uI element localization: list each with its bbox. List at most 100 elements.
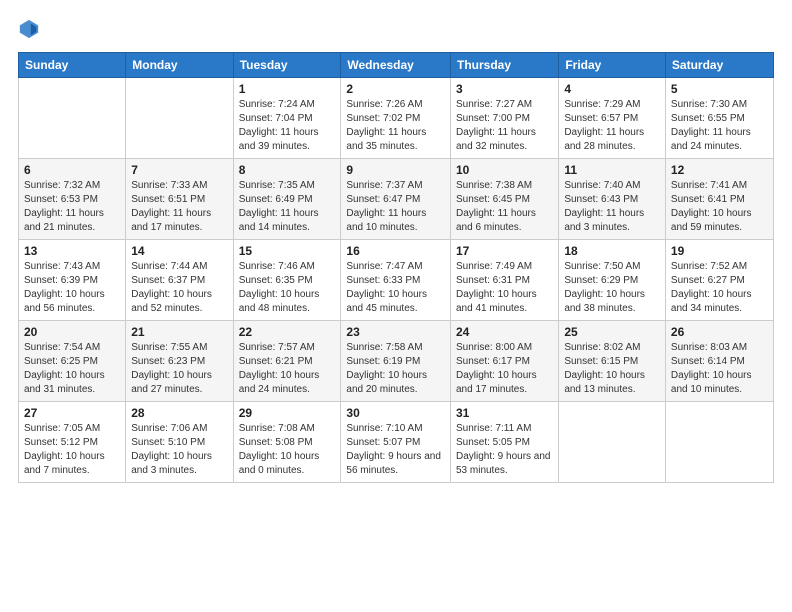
day-cell: 23Sunrise: 7:58 AM Sunset: 6:19 PM Dayli… [341,321,451,402]
weekday-header-saturday: Saturday [665,53,773,78]
day-number: 26 [671,325,768,339]
day-number: 31 [456,406,553,420]
day-number: 22 [239,325,336,339]
day-info: Sunrise: 7:43 AM Sunset: 6:39 PM Dayligh… [24,260,120,316]
day-cell [126,78,233,159]
day-number: 16 [346,244,445,258]
day-info: Sunrise: 8:03 AM Sunset: 6:14 PM Dayligh… [671,341,768,397]
day-cell: 13 Sunrise: 7:43 AM Sunset: 6:39 PM Dayli… [19,240,126,321]
day-cell [559,402,666,483]
week-row-2: 6Sunrise: 7:32 AM Sunset: 6:53 PM Daylig… [19,159,774,240]
day-info: Sunrise: 7:11 AM Sunset: 5:05 PM Dayligh… [456,422,553,478]
day-number: 28 [131,406,227,420]
day-info: Sunrise: 8:02 AM Sunset: 6:15 PM Dayligh… [564,341,660,397]
calendar-table: SundayMondayTuesdayWednesdayThursdayFrid… [18,52,774,483]
week-row-3: 13 Sunrise: 7:43 AM Sunset: 6:39 PM Dayli… [19,240,774,321]
day-info: Sunrise: 7:57 AM Sunset: 6:21 PM Dayligh… [239,341,336,397]
day-cell: 25Sunrise: 8:02 AM Sunset: 6:15 PM Dayli… [559,321,666,402]
day-number: 15 [239,244,336,258]
day-info: Sunrise: 7:54 AM Sunset: 6:25 PM Dayligh… [24,341,120,397]
day-cell [665,402,773,483]
day-cell: 7 Sunrise: 7:33 AM Sunset: 6:51 PM Daylig… [126,159,233,240]
day-info: Sunrise: 7:05 AM Sunset: 5:12 PM Dayligh… [24,422,120,478]
day-cell: 6Sunrise: 7:32 AM Sunset: 6:53 PM Daylig… [19,159,126,240]
day-info: Sunrise: 7:30 AM Sunset: 6:55 PM Dayligh… [671,98,768,154]
day-number: 4 [564,82,660,96]
day-number: 12 [671,163,768,177]
day-info: Sunrise: 7:33 AM Sunset: 6:51 PM Dayligh… [131,179,227,235]
day-cell: 18Sunrise: 7:50 AM Sunset: 6:29 PM Dayli… [559,240,666,321]
day-cell: 22 Sunrise: 7:57 AM Sunset: 6:21 PM Dayli… [233,321,341,402]
day-info: Sunrise: 7:35 AM Sunset: 6:49 PM Dayligh… [239,179,336,235]
day-cell: 2 Sunrise: 7:26 AM Sunset: 7:02 PM Daylig… [341,78,451,159]
day-cell: 15 Sunrise: 7:46 AM Sunset: 6:35 PM Dayli… [233,240,341,321]
day-info: Sunrise: 7:46 AM Sunset: 6:35 PM Dayligh… [239,260,336,316]
weekday-header-thursday: Thursday [450,53,558,78]
day-cell: 9 Sunrise: 7:37 AM Sunset: 6:47 PM Daylig… [341,159,451,240]
day-number: 10 [456,163,553,177]
day-cell: 28 Sunrise: 7:06 AM Sunset: 5:10 PM Dayli… [126,402,233,483]
day-number: 7 [131,163,227,177]
day-cell [19,78,126,159]
day-number: 20 [24,325,120,339]
day-info: Sunrise: 7:50 AM Sunset: 6:29 PM Dayligh… [564,260,660,316]
day-info: Sunrise: 7:06 AM Sunset: 5:10 PM Dayligh… [131,422,227,478]
day-cell: 20 Sunrise: 7:54 AM Sunset: 6:25 PM Dayli… [19,321,126,402]
day-number: 2 [346,82,445,96]
day-number: 5 [671,82,768,96]
day-cell: 3 Sunrise: 7:27 AM Sunset: 7:00 PM Daylig… [450,78,558,159]
day-info: Sunrise: 7:37 AM Sunset: 6:47 PM Dayligh… [346,179,445,235]
day-cell: 14Sunrise: 7:44 AM Sunset: 6:37 PM Dayli… [126,240,233,321]
weekday-header-sunday: Sunday [19,53,126,78]
weekday-header-row: SundayMondayTuesdayWednesdayThursdayFrid… [19,53,774,78]
day-cell: 17Sunrise: 7:49 AM Sunset: 6:31 PM Dayli… [450,240,558,321]
day-cell: 24 Sunrise: 8:00 AM Sunset: 6:17 PM Dayli… [450,321,558,402]
day-info: Sunrise: 7:29 AM Sunset: 6:57 PM Dayligh… [564,98,660,154]
logo [18,18,44,40]
day-cell: 11Sunrise: 7:40 AM Sunset: 6:43 PM Dayli… [559,159,666,240]
day-info: Sunrise: 7:38 AM Sunset: 6:45 PM Dayligh… [456,179,553,235]
header [18,18,774,40]
day-number: 30 [346,406,445,420]
page: SundayMondayTuesdayWednesdayThursdayFrid… [0,0,792,612]
day-info: Sunrise: 7:08 AM Sunset: 5:08 PM Dayligh… [239,422,336,478]
day-cell: 1 Sunrise: 7:24 AM Sunset: 7:04 PM Daylig… [233,78,341,159]
day-number: 23 [346,325,445,339]
day-cell: 8 Sunrise: 7:35 AM Sunset: 6:49 PM Daylig… [233,159,341,240]
logo-icon [18,18,40,40]
day-cell: 30Sunrise: 7:10 AM Sunset: 5:07 PM Dayli… [341,402,451,483]
day-cell: 21Sunrise: 7:55 AM Sunset: 6:23 PM Dayli… [126,321,233,402]
week-row-1: 1 Sunrise: 7:24 AM Sunset: 7:04 PM Daylig… [19,78,774,159]
day-cell: 16 Sunrise: 7:47 AM Sunset: 6:33 PM Dayli… [341,240,451,321]
day-number: 24 [456,325,553,339]
day-number: 13 [24,244,120,258]
day-number: 29 [239,406,336,420]
day-info: Sunrise: 7:27 AM Sunset: 7:00 PM Dayligh… [456,98,553,154]
day-cell: 31 Sunrise: 7:11 AM Sunset: 5:05 PM Dayli… [450,402,558,483]
day-info: Sunrise: 7:49 AM Sunset: 6:31 PM Dayligh… [456,260,553,316]
day-info: Sunrise: 7:55 AM Sunset: 6:23 PM Dayligh… [131,341,227,397]
day-info: Sunrise: 8:00 AM Sunset: 6:17 PM Dayligh… [456,341,553,397]
day-cell: 19Sunrise: 7:52 AM Sunset: 6:27 PM Dayli… [665,240,773,321]
weekday-header-monday: Monday [126,53,233,78]
day-info: Sunrise: 7:47 AM Sunset: 6:33 PM Dayligh… [346,260,445,316]
day-number: 3 [456,82,553,96]
day-cell: 26 Sunrise: 8:03 AM Sunset: 6:14 PM Dayli… [665,321,773,402]
day-cell: 29 Sunrise: 7:08 AM Sunset: 5:08 PM Dayli… [233,402,341,483]
day-cell: 27Sunrise: 7:05 AM Sunset: 5:12 PM Dayli… [19,402,126,483]
day-info: Sunrise: 7:26 AM Sunset: 7:02 PM Dayligh… [346,98,445,154]
day-number: 1 [239,82,336,96]
day-info: Sunrise: 7:32 AM Sunset: 6:53 PM Dayligh… [24,179,120,235]
day-number: 11 [564,163,660,177]
day-info: Sunrise: 7:24 AM Sunset: 7:04 PM Dayligh… [239,98,336,154]
weekday-header-wednesday: Wednesday [341,53,451,78]
day-cell: 4 Sunrise: 7:29 AM Sunset: 6:57 PM Daylig… [559,78,666,159]
day-info: Sunrise: 7:41 AM Sunset: 6:41 PM Dayligh… [671,179,768,235]
day-number: 19 [671,244,768,258]
week-row-5: 27Sunrise: 7:05 AM Sunset: 5:12 PM Dayli… [19,402,774,483]
day-number: 9 [346,163,445,177]
day-cell: 12 Sunrise: 7:41 AM Sunset: 6:41 PM Dayli… [665,159,773,240]
day-number: 14 [131,244,227,258]
weekday-header-friday: Friday [559,53,666,78]
day-number: 8 [239,163,336,177]
